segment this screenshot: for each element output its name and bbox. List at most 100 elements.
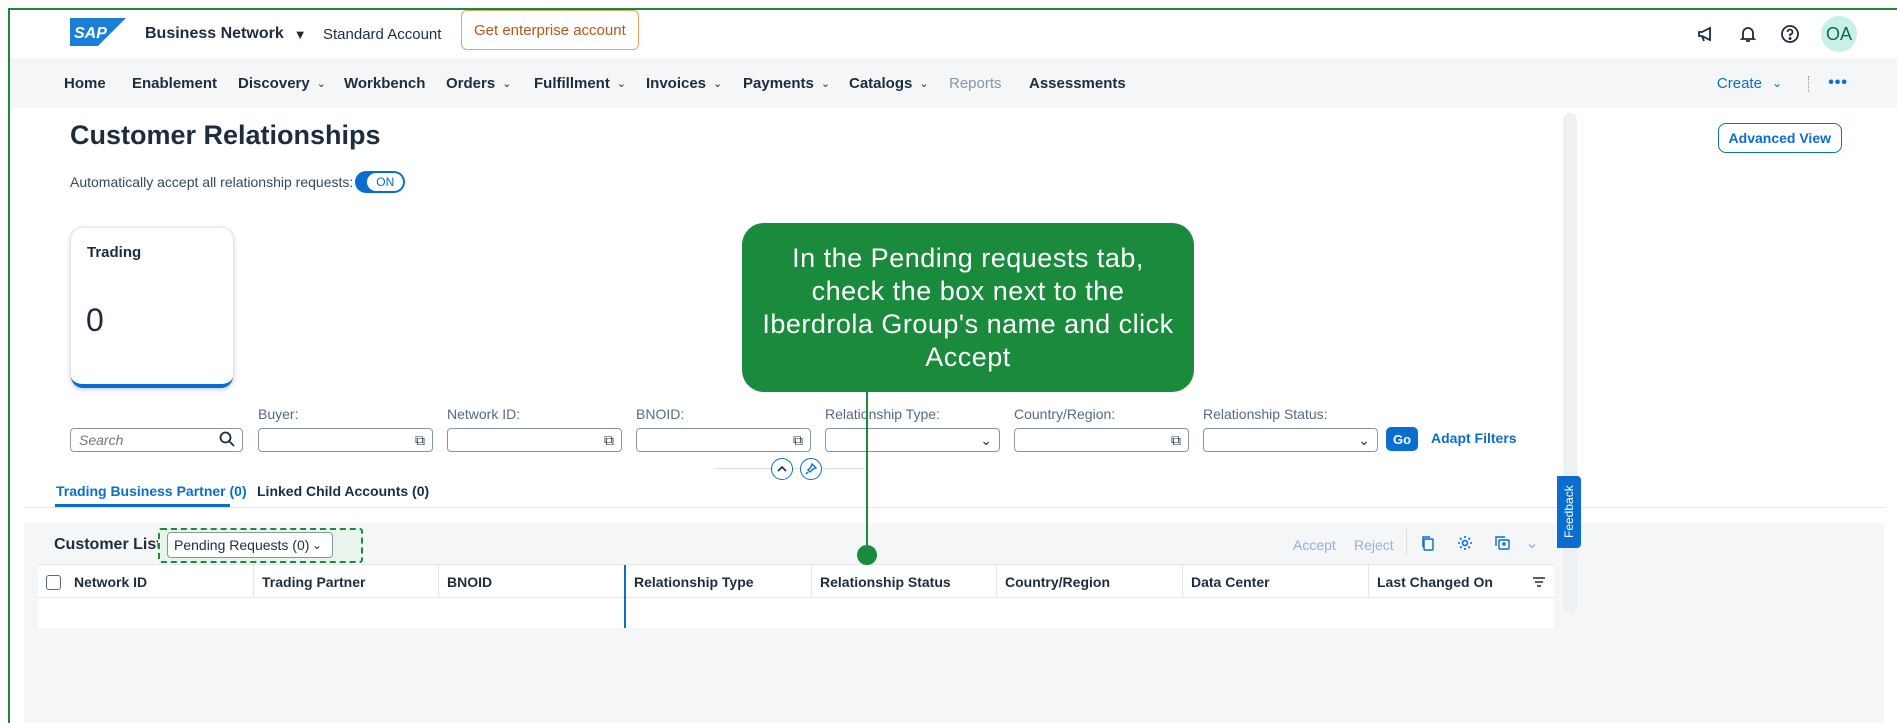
shell-actions: OA <box>1695 16 1857 52</box>
variant-label: Pending Requests (0) <box>174 537 310 553</box>
toolbar-divider <box>1406 529 1407 555</box>
relationship-type-select[interactable]: ⌄ <box>825 428 1000 452</box>
feedback-tab[interactable]: Feedback <box>1557 476 1581 548</box>
settings-gear-icon[interactable] <box>1455 533 1475 553</box>
megaphone-icon[interactable] <box>1695 23 1717 45</box>
relationship-status-select[interactable]: ⌄ <box>1203 428 1378 452</box>
product-name: Business Network <box>145 25 284 42</box>
value-help-icon[interactable]: ⧉ <box>604 432 614 449</box>
advanced-view-button[interactable]: Advanced View <box>1717 123 1842 153</box>
callout-pointer-dot <box>857 545 877 565</box>
nav-assessments[interactable]: Assessments <box>1029 58 1126 108</box>
chevron-down-icon: ⌄ <box>919 77 929 90</box>
chevron-down-icon: ⌄ <box>713 77 723 90</box>
select-all-checkbox[interactable] <box>46 575 61 590</box>
col-last-changed-on[interactable]: Last Changed On <box>1368 565 1554 599</box>
variant-selector[interactable]: Pending Requests (0) ⌄ <box>167 532 333 558</box>
nav-workbench[interactable]: Workbench <box>344 58 425 108</box>
sap-logo[interactable]: SAP <box>70 18 126 46</box>
search-field[interactable] <box>70 428 243 452</box>
nav-reports[interactable]: Reports <box>949 58 1002 108</box>
adapt-filters-button[interactable]: Adapt Filters <box>1431 430 1517 446</box>
nav-label: Workbench <box>344 74 426 92</box>
tile-title: Trading <box>87 244 142 261</box>
get-enterprise-account-button[interactable]: Get enterprise account <box>461 10 639 50</box>
search-input[interactable] <box>71 429 211 451</box>
accept-button[interactable]: Accept <box>1293 537 1336 553</box>
callout-leader-line <box>866 390 868 555</box>
nav-label: Enablement <box>132 74 218 92</box>
go-button[interactable]: Go <box>1386 427 1418 451</box>
copy-icon[interactable] <box>1418 533 1438 553</box>
chevron-down-icon: ⌄ <box>980 432 992 448</box>
col-trading-partner[interactable]: Trading Partner <box>253 565 365 599</box>
bell-icon[interactable] <box>1737 23 1759 45</box>
table-row <box>38 598 1554 628</box>
pin-filters-button[interactable] <box>800 458 822 480</box>
chevron-down-icon: ⌄ <box>502 77 512 90</box>
col-data-center[interactable]: Data Center <box>1182 565 1270 599</box>
export-menu-chevron-icon[interactable]: ⌄ <box>1522 533 1542 553</box>
search-icon[interactable] <box>219 431 235 452</box>
col-network-id[interactable]: Network ID <box>66 565 147 599</box>
chevron-down-icon: ⌄ <box>1358 432 1370 448</box>
nav-home[interactable]: Home <box>64 58 106 108</box>
value-help-icon[interactable]: ⧉ <box>415 432 425 449</box>
col-relationship-status[interactable]: Relationship Status <box>811 565 951 599</box>
create-label: Create <box>1716 74 1762 92</box>
relationship-type-label: Relationship Type: <box>825 406 940 422</box>
nav-fulfillment[interactable]: Fulfillment ⌄ <box>534 58 626 108</box>
chevron-down-icon: ⌄ <box>616 77 627 90</box>
auto-accept-label: Automatically accept all relationship re… <box>70 174 354 190</box>
tab-linked-child-accounts[interactable]: Linked Child Accounts (0) <box>257 483 429 499</box>
nav-label: Discovery <box>238 74 310 92</box>
country-region-input[interactable]: ⧉ <box>1014 428 1189 452</box>
account-type: Standard Account <box>323 25 442 43</box>
export-icon[interactable] <box>1492 533 1512 553</box>
reject-button[interactable]: Reject <box>1354 537 1394 553</box>
nav-payments[interactable]: Payments ⌄ <box>743 58 830 108</box>
chevron-down-icon: ⌄ <box>316 77 326 90</box>
col-relationship-type[interactable]: Relationship Type <box>624 565 754 599</box>
toggle-state: ON <box>367 173 404 191</box>
nav-catalogs[interactable]: Catalogs ⌄ <box>849 58 929 108</box>
nav-label: Invoices <box>646 74 707 92</box>
col-bnoid[interactable]: BNOID <box>438 565 492 599</box>
network-id-label: Network ID: <box>447 406 521 422</box>
page-content: Customer Relationships Advanced View Aut… <box>10 108 1897 723</box>
collapse-filters-button[interactable] <box>771 458 793 480</box>
nav-label: Reports <box>949 74 1002 92</box>
trading-tile[interactable]: Trading 0 <box>71 228 233 388</box>
nav-discovery[interactable]: Discovery ⌄ <box>238 58 326 108</box>
user-avatar[interactable]: OA <box>1821 16 1857 52</box>
table-header: Network ID Trading Partner BNOID Relatio… <box>38 564 1554 599</box>
value-help-icon[interactable]: ⧉ <box>1171 432 1181 449</box>
caret-down-icon: ▼ <box>293 26 307 42</box>
bnoid-input[interactable]: ⧉ <box>636 428 811 452</box>
nav-orders[interactable]: Orders ⌄ <box>446 58 511 108</box>
chevron-down-icon: ⌄ <box>311 538 322 552</box>
nav-label: Assessments <box>1029 74 1126 92</box>
nav-enablement[interactable]: Enablement <box>132 58 217 108</box>
col-country-region[interactable]: Country/Region <box>996 565 1110 599</box>
network-id-input[interactable]: ⧉ <box>447 428 622 452</box>
business-network-menu[interactable]: Business Network ▼ <box>145 10 307 58</box>
tab-trading-business-partner[interactable]: Trading Business Partner (0) <box>56 483 247 499</box>
sap-logo-text: SAP <box>74 25 107 42</box>
nav-invoices[interactable]: Invoices ⌄ <box>646 58 722 108</box>
page-title: Customer Relationships <box>70 120 381 150</box>
frozen-column-divider <box>624 598 626 628</box>
help-icon[interactable] <box>1779 23 1801 45</box>
instruction-callout: In the Pending requests tab, check the b… <box>742 223 1194 392</box>
more-options-button[interactable]: ••• <box>1828 58 1848 108</box>
main-navigation: Home Enablement Discovery ⌄ Workbench Ord… <box>10 58 1897 108</box>
nav-label: Home <box>64 74 106 92</box>
chevron-down-icon: ⌄ <box>820 77 831 90</box>
nav-label: Fulfillment <box>534 74 610 92</box>
pin-icon <box>805 463 817 475</box>
auto-accept-toggle[interactable]: ON <box>355 171 406 193</box>
create-menu-button[interactable]: Create ⌄ <box>1717 58 1782 108</box>
buyer-input[interactable]: ⧉ <box>258 428 433 452</box>
sort-icon[interactable] <box>1532 575 1546 591</box>
value-help-icon[interactable]: ⧉ <box>793 432 803 449</box>
